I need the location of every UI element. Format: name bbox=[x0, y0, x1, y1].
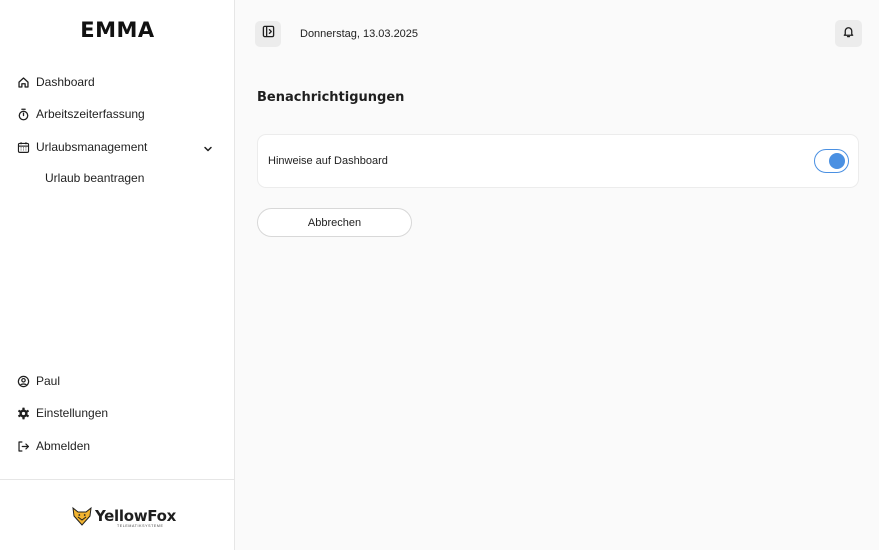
sidebar-item-label: Urlaubsmanagement bbox=[36, 140, 148, 154]
sidebar-item-user-paul[interactable]: Paul bbox=[17, 370, 60, 392]
logout-icon bbox=[17, 440, 30, 453]
main-content: Donnerstag, 13.03.2025 Benachrichtigunge… bbox=[236, 0, 879, 550]
logo-wordmark: YellowFox bbox=[95, 507, 177, 525]
sidebar-item-label: Einstellungen bbox=[36, 406, 109, 420]
sidebar-item-arbeitszeiterfassung[interactable]: Arbeitszeiterfassung bbox=[17, 103, 145, 125]
notifications-button[interactable] bbox=[835, 20, 862, 47]
sidebar-item-einstellungen[interactable]: Einstellungen bbox=[17, 402, 108, 424]
yellowfox-logo: YellowFox TELEMATIKSYSTEME bbox=[72, 506, 176, 531]
dashboard-hints-toggle[interactable] bbox=[814, 149, 849, 173]
sidebar-toggle-icon bbox=[262, 25, 275, 43]
page-title: Benachrichtigungen bbox=[257, 90, 405, 105]
calendar-icon bbox=[17, 141, 30, 154]
setting-label: Hinweise auf Dashboard bbox=[268, 155, 388, 167]
gear-icon bbox=[17, 407, 30, 420]
home-icon bbox=[17, 76, 30, 89]
header-date: Donnerstag, 13.03.2025 bbox=[300, 28, 419, 40]
cancel-button[interactable]: Abbrechen bbox=[257, 208, 412, 237]
user-circle-icon bbox=[17, 375, 30, 388]
app-title: EMMA bbox=[80, 18, 155, 42]
sidebar-toggle-button[interactable] bbox=[255, 21, 281, 47]
sidebar-subitem-urlaub-beantragen[interactable]: Urlaub beantragen bbox=[45, 168, 144, 188]
sidebar-footer: YellowFox TELEMATIKSYSTEME bbox=[0, 479, 235, 550]
sidebar-item-urlaubsmanagement[interactable]: Urlaubsmanagement bbox=[17, 136, 147, 158]
fox-logo-icon bbox=[72, 506, 92, 531]
setting-card-dashboard-hints: Hinweise auf Dashboard bbox=[257, 134, 859, 188]
sidebar-item-label: Arbeitszeiterfassung bbox=[36, 107, 145, 121]
chevron-down-icon[interactable] bbox=[202, 142, 214, 154]
sidebar-item-label: Dashboard bbox=[36, 75, 95, 89]
bell-icon bbox=[842, 25, 855, 43]
toggle-knob bbox=[829, 153, 845, 169]
sidebar-item-label: Paul bbox=[36, 374, 61, 388]
sidebar-item-label: Abmelden bbox=[36, 439, 91, 453]
stopwatch-icon bbox=[17, 108, 30, 121]
sidebar-item-dashboard[interactable]: Dashboard bbox=[17, 71, 95, 93]
sidebar: EMMA Dashboard Arbeitszeiterfassung Urla… bbox=[0, 0, 235, 550]
sidebar-item-abmelden[interactable]: Abmelden bbox=[17, 435, 90, 457]
logo-tagline: TELEMATIKSYSTEME bbox=[117, 524, 164, 528]
